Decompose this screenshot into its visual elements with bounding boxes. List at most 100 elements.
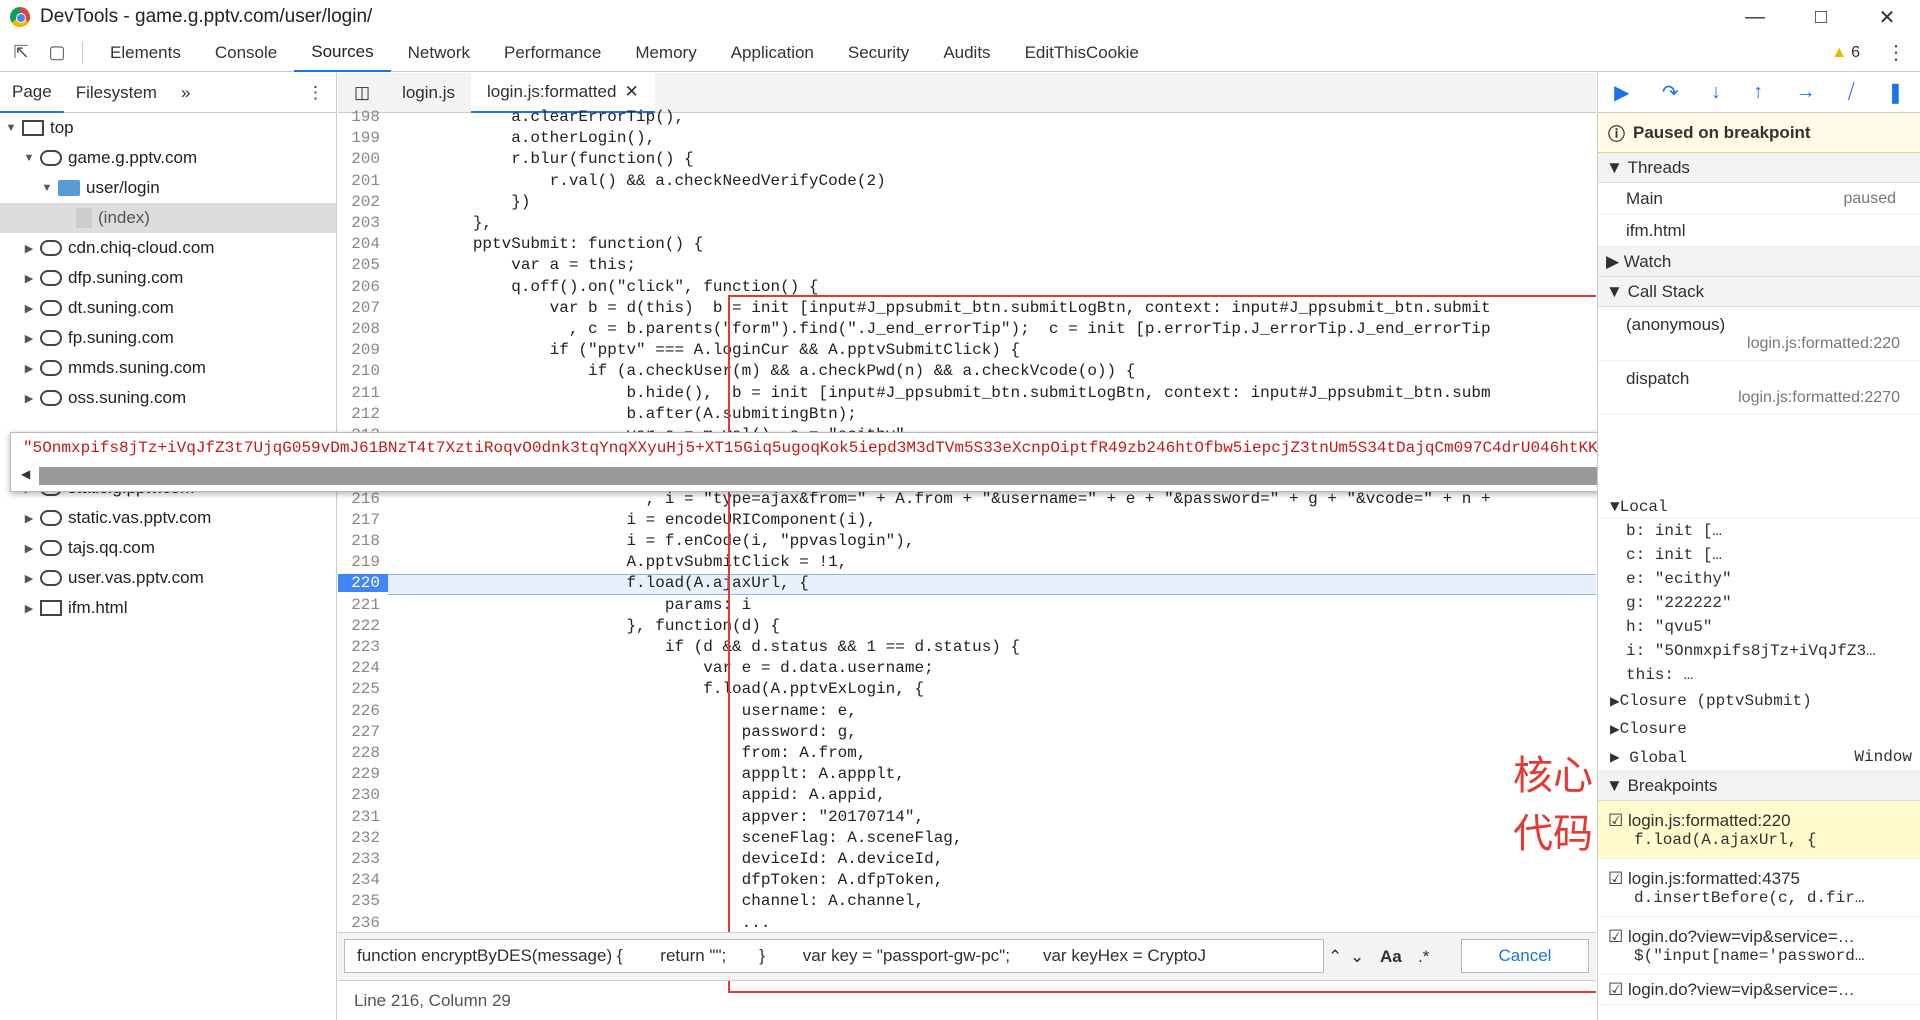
- pause-exceptions-icon[interactable]: ❚: [1887, 80, 1904, 105]
- tab-network[interactable]: Network: [391, 34, 487, 72]
- scope-global[interactable]: ▶ Global Window: [1598, 743, 1920, 771]
- line-number[interactable]: 236: [338, 914, 388, 932]
- checkbox-checked-icon[interactable]: ☑: [1608, 811, 1623, 830]
- tree-node[interactable]: ▶ static.vas.pptv.com: [0, 503, 336, 533]
- navigator-menu-icon[interactable]: ⋮: [295, 73, 336, 113]
- line-number[interactable]: 207: [338, 299, 388, 317]
- tab-sources[interactable]: Sources: [294, 34, 391, 72]
- tab-filesystem[interactable]: Filesystem: [64, 73, 169, 113]
- device-toggle-icon[interactable]: ▢: [42, 38, 72, 68]
- line-number[interactable]: 219: [338, 553, 388, 571]
- tree-node[interactable]: ▶ user.vas.pptv.com: [0, 563, 336, 593]
- callstack-frame[interactable]: dispatch login.js:formatted:2270: [1598, 361, 1920, 415]
- scope-variable[interactable]: b: init […: [1598, 519, 1920, 543]
- scope-variable[interactable]: h: "qvu5": [1598, 615, 1920, 639]
- thread-item[interactable]: ifm.html: [1598, 215, 1920, 247]
- match-case-button[interactable]: Aa: [1380, 947, 1402, 967]
- watch-section[interactable]: ▶ Watch: [1598, 247, 1920, 277]
- warning-badge[interactable]: ▲ 6: [1831, 44, 1860, 62]
- line-number[interactable]: 229: [338, 765, 388, 783]
- close-tab-icon[interactable]: ✕: [624, 82, 638, 102]
- breakpoint-item[interactable]: ☑ login.do?view=vip&service=…: [1598, 975, 1920, 1005]
- line-number[interactable]: 198: [338, 108, 388, 126]
- line-number[interactable]: 205: [338, 256, 388, 274]
- thread-item[interactable]: Main paused: [1598, 183, 1920, 215]
- line-number[interactable]: 226: [338, 702, 388, 720]
- line-number[interactable]: 217: [338, 511, 388, 529]
- tree-node[interactable]: ▼ top: [0, 113, 336, 143]
- line-number[interactable]: 218: [338, 532, 388, 550]
- tree-node[interactable]: ▶ tajs.qq.com: [0, 533, 336, 563]
- line-number[interactable]: 203: [338, 214, 388, 232]
- scope-closure[interactable]: ▶ Closure (pptvSubmit): [1598, 687, 1920, 715]
- scope-local[interactable]: ▼ Local: [1598, 495, 1920, 519]
- line-number[interactable]: 216: [338, 490, 388, 508]
- callstack-section[interactable]: ▼ Call Stack: [1598, 277, 1920, 307]
- checkbox-checked-icon[interactable]: ☑: [1608, 927, 1623, 946]
- horizontal-scrollbar[interactable]: [39, 467, 1789, 485]
- tree-node[interactable]: ▼ user/login: [0, 173, 336, 203]
- line-number[interactable]: 210: [338, 362, 388, 380]
- tree-node[interactable]: ▶ dfp.suning.com: [0, 263, 336, 293]
- checkbox-checked-icon[interactable]: ☑: [1608, 869, 1623, 888]
- tab-application[interactable]: Application: [714, 34, 831, 72]
- tree-node[interactable]: ▼ game.g.pptv.com: [0, 143, 336, 173]
- checkbox-checked-icon[interactable]: ☑: [1608, 980, 1623, 1000]
- tab-security[interactable]: Security: [831, 34, 926, 72]
- more-tabs-icon[interactable]: »: [169, 73, 202, 113]
- line-number[interactable]: 231: [338, 808, 388, 826]
- step-over-icon[interactable]: ↷: [1662, 80, 1679, 105]
- scope-variable[interactable]: e: "ecithy": [1598, 567, 1920, 591]
- scope-variable[interactable]: g: "222222": [1598, 591, 1920, 615]
- inspect-element-icon[interactable]: ⇱: [6, 38, 36, 68]
- line-number[interactable]: 235: [338, 892, 388, 910]
- tree-node[interactable]: ▶ oss.suning.com: [0, 383, 336, 413]
- search-next-icon[interactable]: ⌄: [1350, 947, 1364, 967]
- breakpoints-section[interactable]: ▼ Breakpoints: [1598, 771, 1920, 801]
- tree-node[interactable]: ▶ ifm.html: [0, 593, 336, 623]
- tab-audits[interactable]: Audits: [926, 34, 1007, 72]
- line-number[interactable]: 212: [338, 405, 388, 423]
- step-into-icon[interactable]: ↓: [1711, 81, 1721, 104]
- line-number[interactable]: 209: [338, 341, 388, 359]
- line-number[interactable]: 208: [338, 320, 388, 338]
- search-input[interactable]: function encryptByDES(message) { return …: [344, 939, 1324, 973]
- line-number[interactable]: 220: [338, 574, 388, 593]
- close-icon[interactable]: ✕: [1854, 0, 1920, 34]
- scope-variable[interactable]: i: "5Onmxpifs8jTz+iVqJfZ3…: [1598, 639, 1920, 663]
- tab-elements[interactable]: Elements: [93, 34, 198, 72]
- line-number[interactable]: 204: [338, 235, 388, 253]
- line-number[interactable]: 224: [338, 659, 388, 677]
- tab-login-js[interactable]: login.js: [386, 73, 471, 113]
- line-number[interactable]: 199: [338, 129, 388, 147]
- scope-closure[interactable]: ▶ Closure: [1598, 715, 1920, 743]
- breakpoint-item[interactable]: ☑ login.js:formatted:4375 d.insertBefore(…: [1598, 859, 1920, 917]
- line-number[interactable]: 228: [338, 744, 388, 762]
- breakpoint-item[interactable]: ☑ login.js:formatted:220 f.load(A.ajaxUrl…: [1598, 801, 1920, 859]
- toggle-navigator-icon[interactable]: ◫: [338, 73, 386, 113]
- scroll-left-icon[interactable]: ◀: [21, 467, 30, 481]
- maximize-icon[interactable]: □: [1788, 0, 1854, 34]
- line-number[interactable]: 232: [338, 829, 388, 847]
- resume-icon[interactable]: ▶: [1614, 80, 1629, 105]
- line-number[interactable]: 201: [338, 172, 388, 190]
- tree-node[interactable]: ▶ dt.suning.com: [0, 293, 336, 323]
- tab-page[interactable]: Page: [0, 73, 64, 113]
- deactivate-breakpoints-icon[interactable]: ⧸: [1848, 81, 1855, 104]
- regex-button[interactable]: .*: [1418, 947, 1429, 967]
- search-prev-icon[interactable]: ⌃: [1328, 947, 1342, 967]
- minimize-icon[interactable]: —: [1722, 0, 1788, 34]
- tree-node[interactable]: ▶ fp.suning.com: [0, 323, 336, 353]
- line-number[interactable]: 225: [338, 680, 388, 698]
- step-icon[interactable]: →: [1796, 81, 1816, 104]
- line-number[interactable]: 223: [338, 638, 388, 656]
- line-number[interactable]: 206: [338, 278, 388, 296]
- tab-console[interactable]: Console: [198, 34, 294, 72]
- step-out-icon[interactable]: ↑: [1753, 81, 1763, 104]
- line-number[interactable]: 222: [338, 617, 388, 635]
- tab-editthiscookie[interactable]: EditThisCookie: [1008, 34, 1156, 72]
- line-number[interactable]: 227: [338, 723, 388, 741]
- tab-memory[interactable]: Memory: [618, 34, 713, 72]
- line-number[interactable]: 230: [338, 786, 388, 804]
- tree-node[interactable]: ▶ mmds.suning.com: [0, 353, 336, 383]
